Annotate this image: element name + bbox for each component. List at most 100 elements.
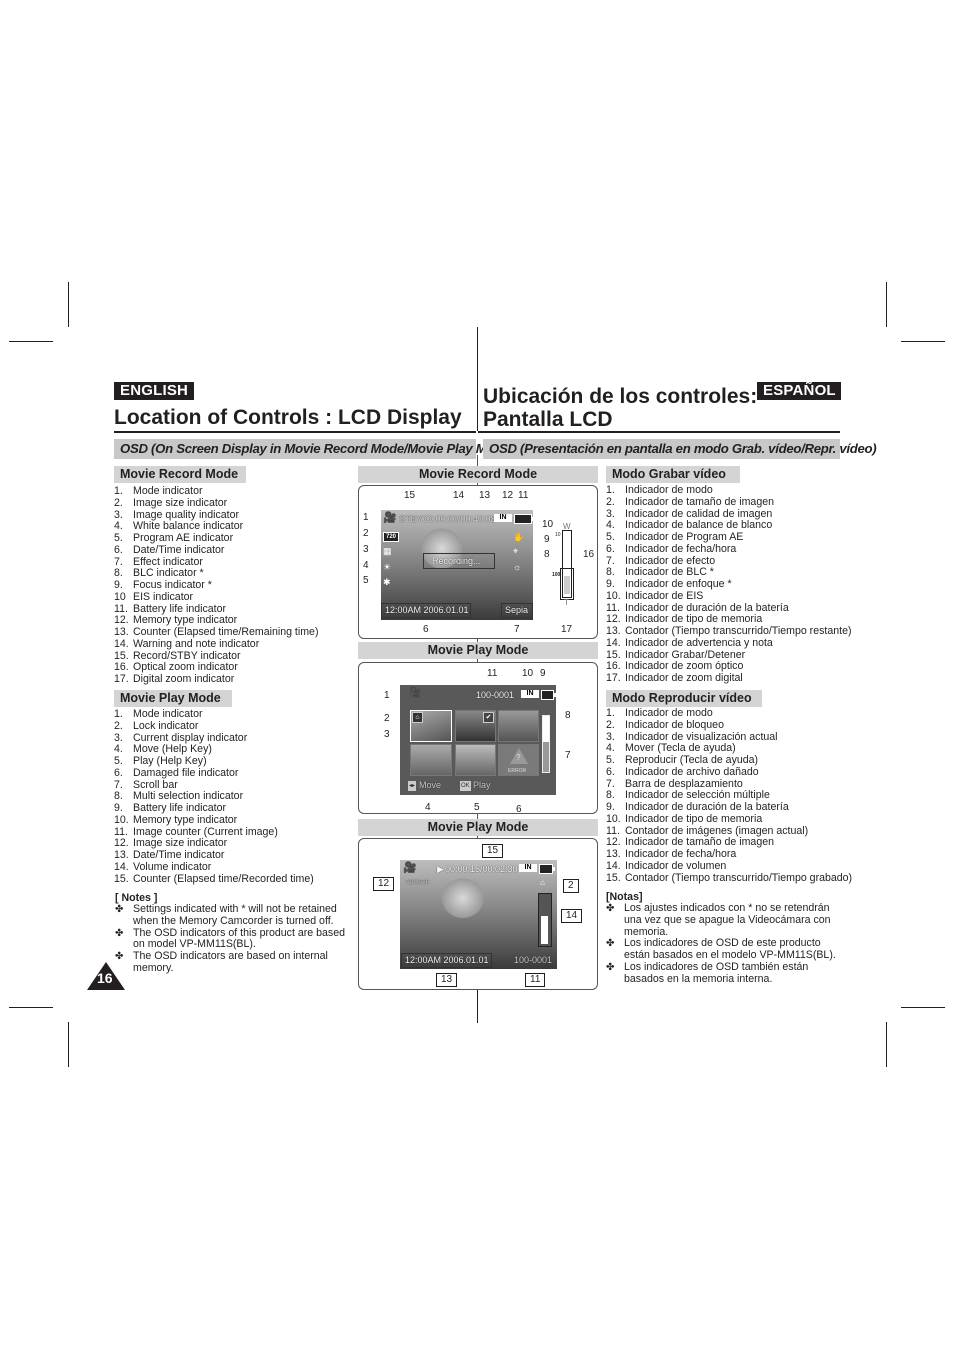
page-number: 16 [97,970,113,986]
list-item-number: 1. [114,708,123,720]
play-label: Play [473,780,491,790]
callout-3: 3 [363,544,369,555]
thumbs-counter: 100-0001 [476,690,515,700]
list-item-number: 10. [606,589,621,602]
stby-indicator: STBY [399,514,423,524]
list-item-text: Volume indicator [133,860,212,873]
list-item-text: Indicador de advertencia y nota [625,636,773,649]
callout-13: 13 [436,973,458,987]
list-item-text: Damaged file indicator [133,766,239,779]
lock-icon: ⌂ [412,712,423,723]
thumbnail-3[interactable] [498,710,539,742]
callout-9: 9 [540,668,546,679]
page-title-es-line2: Pantalla LCD [483,408,613,431]
list-item-text: Record/STBY indicator [133,649,241,662]
list-item-text: Indicador de BLC * [625,566,714,579]
thumbs-memory-icon: IN [521,690,539,698]
diagram-record-heading: Movie Record Mode [358,466,598,483]
blc-icon: ☼ [513,562,522,572]
crop-mark [901,1007,945,1008]
list-item-text: Focus indicator * [133,579,212,591]
thumbnail-5[interactable] [455,744,496,776]
list-item-text: Barra de desplazamiento [625,777,743,790]
es-play-list: 1. Indicador de modo 2. Indicador de bloque… [606,707,852,885]
list-item-text: Image size indicator [133,496,228,509]
crop-mark [68,1022,69,1067]
play-image-size: 720X576 [405,880,430,886]
scroll-bar[interactable] [542,715,550,773]
play-memory-icon: IN [519,864,537,872]
callout-1: 1 [384,690,390,701]
list-item-text: Indicador de modo [625,484,713,496]
callout-10: 10 [542,519,554,530]
list-item-number: 1. [606,484,615,496]
note-item: ✤ The OSD indicators of this product are … [115,926,355,952]
list-item-number: 5. [114,532,123,544]
list-item-text: Indicador de EIS [625,589,704,602]
ok-key-icon: OK [460,781,471,791]
es-record-item: 17. Indicador de zoom digital [606,672,851,685]
note-item: ✤ Los indicadores de OSD de este producto… [606,937,842,962]
callout-8: 8 [565,710,571,721]
play-image-counter: 100-0001 [514,955,553,965]
title-rule-es [478,431,840,433]
bullet-icon: ✤ [606,961,615,973]
list-item-text: Optical zoom indicator [133,661,238,674]
crop-mark [886,1022,887,1067]
list-item-text: Memory type indicator [133,813,238,826]
list-item-text: BLC indicator * [133,567,204,580]
callout-14: 14 [561,909,583,923]
datetime-box: 12:00AM 2006.01.01 [381,603,471,618]
datetime-text: 12:00AM 2006.01.01 [385,605,469,615]
thumbnail-error[interactable]: ? ERROR [498,744,539,776]
list-item-text: Indicador de calidad de imagen [625,507,773,520]
play-battery-icon [539,864,555,874]
bullet-icon: ✤ [606,938,615,950]
list-item-text: Digital zoom indicator [133,673,235,685]
callout-5: 5 [474,802,480,813]
zoom-mark-100: 100 [552,572,561,578]
list-item-text: Indicador de fecha/hora [625,848,737,860]
list-item-text: Current display indicator [133,731,248,744]
callout-5: 5 [363,575,369,586]
thumbnail-2[interactable]: ✔ [455,710,496,742]
bullet-icon: ✤ [115,904,124,915]
play-mode-icon: 🎥 [403,862,417,874]
list-item-number: 14. [114,637,129,650]
crop-mark [68,282,69,327]
list-item-number: 2. [114,719,123,732]
list-item-text: Indicador de tamaño de imagen [625,495,775,508]
white-balance-icon: ☀ [383,562,392,572]
record-counter: 00:00:00/00:40:08 [423,514,496,524]
list-item-number: 10. [606,812,621,825]
recording-status-text: Recording... [432,556,481,566]
list-item-text: Image size indicator [133,837,228,850]
crop-mark [9,1007,53,1008]
thumbnail-1[interactable]: ⌂ [410,710,452,742]
list-item-number: 6. [606,542,615,555]
play-datetime-text: 12:00AM 2006.01.01 [405,955,489,965]
callout-11: 11 [487,668,498,679]
title-rule-en [114,431,476,433]
callout-14: 14 [453,490,465,501]
es-notes: ✤ Los ajustes indicados con * no se reten… [606,902,842,985]
list-item-text: Indicador de tamaño de imagen [625,836,775,849]
list-item-text: Date/Time indicator [133,849,225,861]
callout-12: 12 [502,490,514,501]
list-item-text: EIS indicator [133,590,194,603]
note-text: The OSD indicators of this product are b… [133,926,345,951]
page-title-en: Location of Controls : LCD Display [114,406,462,429]
thumbnail-4[interactable] [410,744,452,776]
callout-16: 16 [583,549,595,560]
play-full-screen: 🎥 ▶ 00:00:15/00:02:30 IN 720X576 ⌂ 12:00… [400,860,557,969]
callout-10: 10 [522,668,534,679]
callout-15: 15 [404,490,416,501]
list-item-text: Indicador de volumen [625,859,727,872]
list-item-number: 6. [114,766,123,779]
callout-12: 12 [373,877,395,891]
scroll-thumb[interactable] [543,742,549,772]
es-play-item: 15. Contador (Tiempo transcurrido/Tiempo … [606,872,852,885]
note-text: Settings indicated with * will not be re… [133,903,337,927]
bullet-icon: ✤ [115,951,124,962]
camcorder-mode-icon: 🎥 [383,512,397,524]
